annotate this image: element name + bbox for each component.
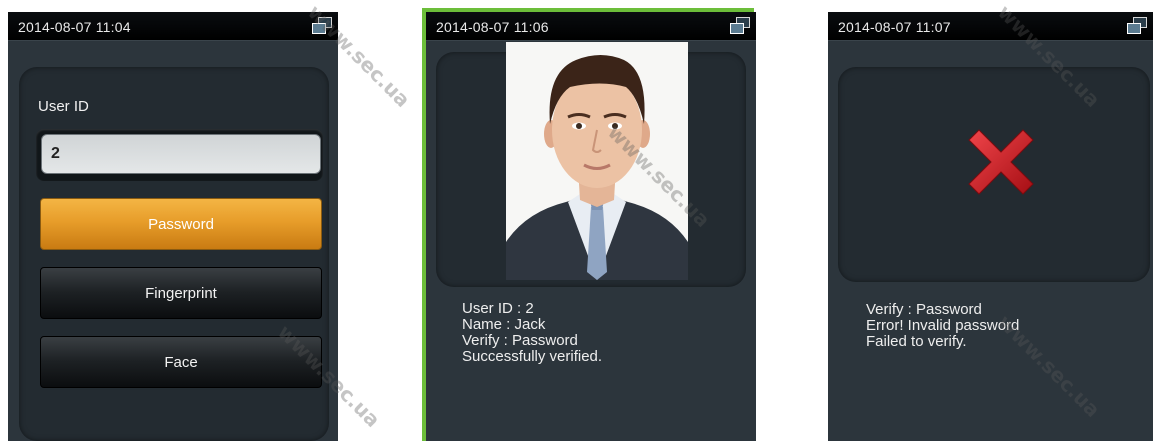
identify-screen: 2014-08-07 11:04 User ID 2 Password Fing… <box>8 12 338 441</box>
user-id-line: User ID : 2 <box>462 300 534 317</box>
success-info: User ID : 2 Name : Jack Verify : Passwor… <box>462 301 602 365</box>
network-status-icon <box>1127 17 1147 35</box>
user-id-field-frame: 2 <box>36 129 323 181</box>
red-cross-icon <box>961 122 1041 202</box>
result-line: Failed to verify. <box>866 333 967 350</box>
name-line: Name : Jack <box>462 316 546 333</box>
verify-mode-line: Verify : Password <box>866 301 982 318</box>
verify-fail-screen: 2014-08-07 11:07 Verify : Password Error… <box>828 12 1153 441</box>
status-bar: 2014-08-07 11:06 <box>426 12 756 41</box>
result-line: Successfully verified. <box>462 348 603 365</box>
fingerprint-button[interactable]: Fingerprint <box>40 267 322 319</box>
error-line: Error! Invalid password <box>866 317 1020 334</box>
status-bar: 2014-08-07 11:07 <box>828 12 1153 41</box>
face-button[interactable]: Face <box>40 336 322 388</box>
verify-success-screen: 2014-08-07 11:06 User ID: 2 Name: Jack… <box>426 12 756 441</box>
user-id-label: User ID <box>38 98 89 115</box>
fail-info: Verify : Password Error! Invalid passwor… <box>866 302 1019 350</box>
password-button[interactable]: Password <box>40 198 322 250</box>
user-id-input[interactable]: 2 <box>41 134 321 174</box>
network-status-icon <box>730 17 750 35</box>
verify-mode-line: Verify : Password <box>462 332 578 349</box>
clock-time: 2014-08-07 11:04 <box>18 19 131 35</box>
clock-time: 2014-08-07 11:06 <box>436 19 549 35</box>
network-status-icon <box>312 17 332 35</box>
clock-time: 2014-08-07 11:07 <box>838 19 951 35</box>
user-photo <box>506 42 688 280</box>
status-bar: 2014-08-07 11:04 <box>8 12 338 41</box>
